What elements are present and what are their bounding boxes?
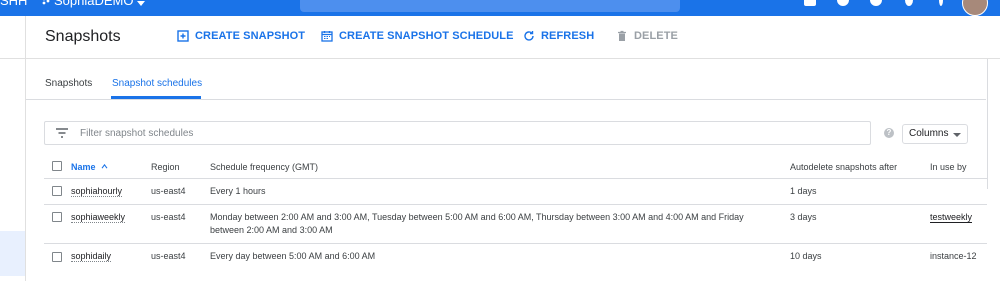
tab-snapshots[interactable]: Snapshots	[45, 78, 92, 89]
table-row: sophiahourly us-east4 Every 1 hours 1 da…	[44, 179, 987, 205]
columns-button[interactable]: Columns	[902, 124, 968, 144]
sort-ascending-icon	[101, 163, 108, 169]
schedule-in-use-by[interactable]: instance-12	[930, 250, 978, 263]
schedule-name: sophiahourly	[71, 186, 123, 197]
caret-down-icon	[953, 133, 961, 137]
table-row: sophidaily us-east4 Every day between 5:…	[44, 244, 987, 281]
create-snapshot-schedule-label: CREATE SNAPSHOT SCHEDULE	[339, 30, 514, 42]
app-brand: SHH	[0, 0, 28, 8]
delete-label: DELETE	[634, 30, 678, 42]
schedule-in-use-by: testweekly	[930, 212, 973, 223]
delete-button[interactable]: DELETE	[616, 30, 678, 42]
schedule-frequency: Every day between 5:00 AM and 6:00 AM	[210, 251, 376, 261]
row-checkbox[interactable]	[52, 212, 62, 222]
in-use-by-link[interactable]: testweekly	[930, 211, 973, 224]
schedule-frequency: Every 1 hours	[210, 186, 266, 196]
add-box-icon	[177, 30, 189, 42]
calendar-icon	[321, 31, 333, 42]
column-header-in-use-by[interactable]: In use by	[930, 161, 967, 174]
create-snapshot-button[interactable]: CREATE SNAPSHOT	[177, 30, 305, 42]
refresh-icon	[524, 31, 534, 41]
row-checkbox[interactable]	[52, 252, 62, 262]
chevron-down-icon	[137, 1, 146, 6]
schedule-region: us-east4	[151, 212, 186, 222]
search-bar[interactable]	[300, 0, 680, 12]
help-icon[interactable]: ?	[884, 128, 894, 138]
schedule-name-link[interactable]: sophiahourly	[71, 185, 123, 198]
tab-bar: Snapshots Snapshot schedules	[26, 59, 986, 100]
chat-icon[interactable]	[837, 0, 849, 6]
table-row: sophiaweekly us-east4 Monday between 2:0…	[44, 205, 987, 244]
project-selector[interactable]: SophiaDEMO	[42, 0, 146, 8]
column-header-name[interactable]: Name	[71, 161, 108, 174]
trash-icon	[618, 30, 626, 41]
refresh-button[interactable]: REFRESH	[523, 30, 594, 42]
column-header-frequency[interactable]: Schedule frequency (GMT)	[210, 161, 318, 174]
schedule-name: sophiaweekly	[71, 212, 126, 223]
column-header-name-label: Name	[71, 162, 96, 172]
schedule-name: sophidaily	[71, 251, 112, 262]
page-header: Snapshots CREATE SNAPSHOT CREATE SNAPSHO…	[26, 16, 1000, 59]
filter-icon	[56, 128, 68, 138]
create-snapshot-label: CREATE SNAPSHOT	[195, 30, 306, 42]
top-app-bar: SHH SophiaDEMO	[0, 0, 1000, 16]
schedule-region: us-east4	[151, 251, 186, 261]
refresh-label: REFRESH	[541, 30, 595, 42]
schedule-autodelete: 10 days	[790, 251, 822, 261]
schedule-region: us-east4	[151, 186, 186, 196]
row-checkbox[interactable]	[52, 186, 62, 196]
gift-icon[interactable]	[804, 0, 816, 6]
filter-field[interactable]: Filter snapshot schedules	[44, 121, 871, 145]
table-header-row: Name Region Schedule frequency (GMT) Aut…	[44, 155, 987, 179]
page-title: Snapshots	[45, 28, 121, 45]
filter-placeholder: Filter snapshot schedules	[80, 128, 194, 139]
notifications-icon[interactable]	[905, 0, 913, 6]
more-vert-icon[interactable]	[939, 0, 943, 6]
schedule-name-link[interactable]: sophiaweekly	[71, 211, 126, 224]
left-nav	[0, 16, 26, 281]
tab-snapshot-schedules[interactable]: Snapshot schedules	[112, 78, 202, 89]
nav-item-snapshots-active[interactable]	[0, 231, 25, 276]
select-all-checkbox[interactable]	[52, 161, 62, 171]
column-header-autodelete[interactable]: Autodelete snapshots after	[790, 161, 897, 174]
avatar[interactable]	[962, 0, 988, 16]
active-tab-indicator	[111, 96, 201, 99]
columns-label: Columns	[909, 128, 949, 139]
schedule-autodelete: 1 days	[790, 186, 817, 196]
help-icon[interactable]	[870, 0, 882, 6]
create-snapshot-schedule-button[interactable]: CREATE SNAPSHOT SCHEDULE	[321, 30, 514, 42]
schedule-name-link[interactable]: sophidaily	[71, 250, 112, 263]
project-icon	[42, 0, 50, 4]
column-header-region[interactable]: Region	[151, 161, 180, 174]
project-name: SophiaDEMO	[54, 0, 134, 8]
schedule-frequency: Monday between 2:00 AM and 3:00 AM, Tues…	[210, 212, 744, 235]
nav-divider	[0, 58, 25, 59]
right-panel-edge	[987, 59, 998, 189]
schedule-autodelete: 3 days	[790, 212, 817, 222]
